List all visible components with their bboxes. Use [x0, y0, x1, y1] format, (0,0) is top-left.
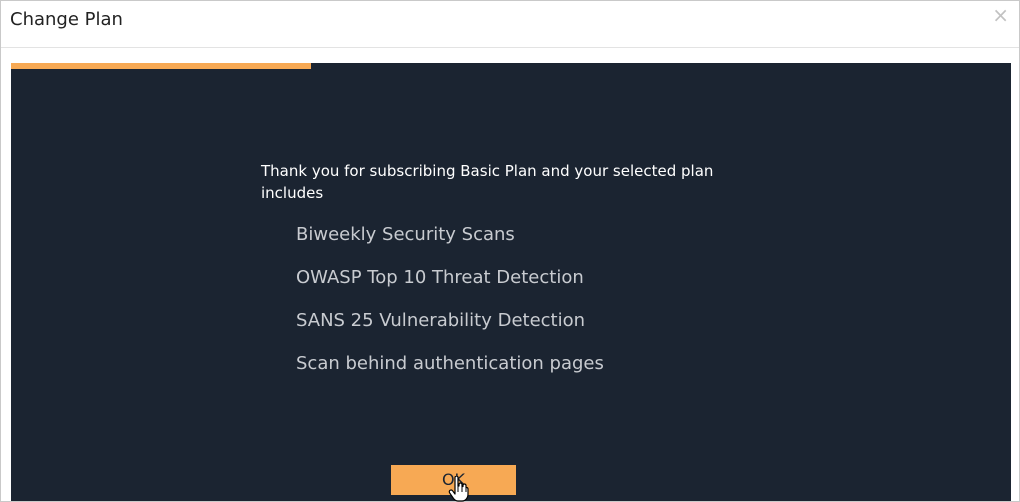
feature-list: Biweekly Security Scans OWASP Top 10 Thr…: [296, 223, 604, 395]
progress-bar-fill: [11, 63, 311, 69]
change-plan-dialog: Change Plan × Thank you for subscribing …: [0, 0, 1020, 502]
feature-item: Scan behind authentication pages: [296, 353, 604, 374]
ok-button[interactable]: OK: [391, 465, 516, 495]
feature-item: OWASP Top 10 Threat Detection: [296, 267, 584, 288]
progress-bar: [11, 63, 1011, 69]
feature-item: Biweekly Security Scans: [296, 224, 515, 245]
dialog-header: Change Plan ×: [1, 1, 1019, 48]
dialog-title: Change Plan: [10, 9, 123, 30]
feature-item: SANS 25 Vulnerability Detection: [296, 310, 586, 331]
subscription-message: Thank you for subscribing Basic Plan and…: [261, 162, 714, 202]
close-icon[interactable]: ×: [992, 5, 1009, 25]
dialog-body: Thank you for subscribing Basic Plan and…: [11, 63, 1011, 501]
